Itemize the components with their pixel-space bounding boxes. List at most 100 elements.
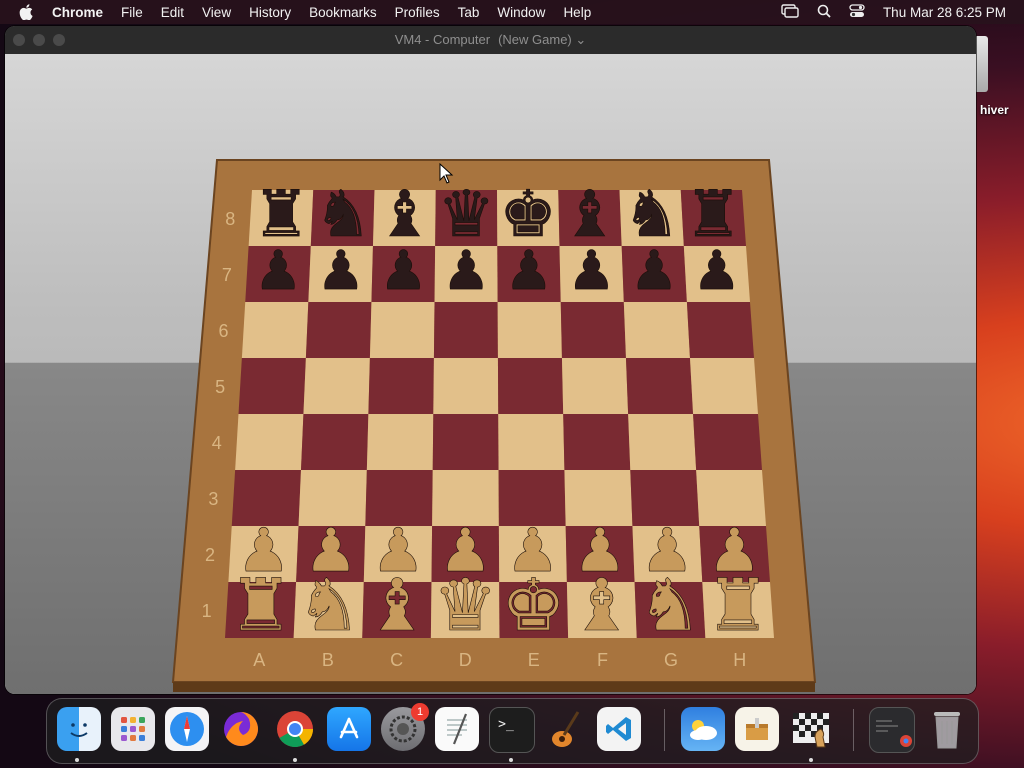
white-back-piece[interactable]: ♛ <box>433 563 498 648</box>
desktop-drive-icon[interactable] <box>974 36 988 92</box>
file-label: B <box>322 650 334 670</box>
white-back-piece[interactable]: ♜ <box>705 563 771 648</box>
board-square[interactable] <box>241 302 309 358</box>
menu-profiles[interactable]: Profiles <box>386 5 449 20</box>
archive-utility-icon[interactable] <box>735 707 779 751</box>
settings-notification-badge: 1 <box>411 703 429 721</box>
white-back-piece[interactable]: ♝ <box>365 563 430 648</box>
board-square[interactable] <box>366 414 434 470</box>
trash-icon[interactable] <box>925 707 969 751</box>
file-label: E <box>528 650 540 670</box>
dock-separator-2 <box>853 709 854 751</box>
textedit-icon[interactable] <box>435 707 479 751</box>
weather-icon[interactable] <box>681 707 725 751</box>
menu-tab[interactable]: Tab <box>449 5 489 20</box>
file-label: H <box>733 650 746 670</box>
rank-label: 3 <box>208 489 218 509</box>
menu-edit[interactable]: Edit <box>152 5 193 20</box>
black-pawn[interactable]: ♟ <box>254 239 303 303</box>
apple-icon[interactable] <box>0 4 52 20</box>
recent-window-thumbnail-icon[interactable] <box>869 707 915 753</box>
black-pawn[interactable]: ♟ <box>379 239 428 303</box>
board-square[interactable] <box>303 358 370 414</box>
minimize-button[interactable] <box>33 34 45 46</box>
window-subtitle[interactable]: (New Game) <box>498 32 572 47</box>
terminal-icon[interactable]: >_ <box>489 707 535 753</box>
board-square[interactable] <box>686 302 754 358</box>
menu-bookmarks[interactable]: Bookmarks <box>300 5 386 20</box>
board-square[interactable] <box>369 302 435 358</box>
finder-icon[interactable] <box>57 707 101 751</box>
board-square[interactable] <box>689 358 758 414</box>
board-square[interactable] <box>625 358 694 414</box>
garageband-icon[interactable] <box>543 707 587 751</box>
dock: 1 >_ <box>46 698 979 764</box>
black-pawn[interactable]: ♟ <box>692 239 741 303</box>
black-pawn[interactable]: ♟ <box>442 239 491 303</box>
game-scene[interactable]: 8 7 6 5 4 3 2 1 A B C D E F G H ♜ ♟ ♟ ♜ ♞ ♟ ♟ ♞ ♝ ♟ ♟ ♝ ♛ ♟ ♟ ♛ ♚ ♟ ♟ ♚ ♝ ♟ ♟ ♝… <box>5 54 976 694</box>
rank-label: 4 <box>212 433 222 453</box>
board-square[interactable] <box>433 302 498 358</box>
black-pawn[interactable]: ♟ <box>567 239 616 303</box>
white-back-piece[interactable]: ♞ <box>637 563 702 648</box>
screen-mirroring-icon[interactable] <box>781 3 799 21</box>
board-square[interactable] <box>433 358 499 414</box>
board-square[interactable] <box>368 358 434 414</box>
board-square[interactable] <box>300 414 369 470</box>
board-square[interactable] <box>628 414 697 470</box>
rank-label: 7 <box>222 265 232 285</box>
board-square[interactable] <box>238 358 306 414</box>
system-settings-icon[interactable]: 1 <box>381 703 429 751</box>
firefox-icon[interactable] <box>219 707 263 751</box>
board-square[interactable] <box>498 414 565 470</box>
board-square[interactable] <box>497 302 562 358</box>
white-back-piece[interactable]: ♚ <box>501 563 566 648</box>
menubar-clock[interactable]: Thu Mar 28 6:25 PM <box>883 5 1006 20</box>
search-icon[interactable] <box>817 4 831 21</box>
chrome-running-indicator <box>293 758 297 762</box>
file-label: A <box>253 650 265 670</box>
black-pawn[interactable]: ♟ <box>316 239 365 303</box>
board-square[interactable] <box>235 414 304 470</box>
control-center-icon[interactable] <box>849 3 865 21</box>
white-back-piece[interactable]: ♜ <box>228 563 293 648</box>
black-pawn[interactable]: ♟ <box>630 239 679 303</box>
board-square[interactable] <box>305 302 372 358</box>
finder-running-indicator <box>75 758 79 762</box>
black-pawn[interactable]: ♟ <box>504 239 553 303</box>
board-frame-edge <box>173 682 815 692</box>
chess-window: VM4 - Computer (New Game) ⌄ 8 7 6 5 4 3 2 1 A B C D E… <box>5 26 976 694</box>
rank-label: 2 <box>205 545 215 565</box>
rank-label: 1 <box>202 601 212 621</box>
launchpad-icon[interactable] <box>111 707 155 751</box>
close-button[interactable] <box>13 34 25 46</box>
menu-history[interactable]: History <box>240 5 300 20</box>
chess-app-icon[interactable] <box>789 707 833 751</box>
board-square[interactable] <box>497 358 564 414</box>
board-square[interactable] <box>623 302 690 358</box>
chess-board[interactable]: 87654321A B C D E F G H♜♟♟♜♞♟♟♞♝♟♟♝♛♟♟♛♚♟♟♚♝♟♟♝… <box>5 54 976 694</box>
white-back-piece[interactable]: ♝ <box>569 563 634 648</box>
rank-label: 8 <box>225 209 235 229</box>
app-store-icon[interactable] <box>327 707 371 751</box>
white-back-piece[interactable]: ♞ <box>296 563 362 648</box>
menu-help[interactable]: Help <box>554 5 600 20</box>
file-label: F <box>597 650 608 670</box>
zoom-button[interactable] <box>53 34 65 46</box>
board-square[interactable] <box>693 414 762 470</box>
chevron-down-icon[interactable]: ⌄ <box>575 32 586 47</box>
vscode-icon[interactable] <box>597 707 641 751</box>
desktop-icon-label[interactable]: hiver <box>980 103 1024 117</box>
board-square[interactable] <box>563 414 631 470</box>
chrome-icon[interactable] <box>273 707 317 751</box>
menu-app-name[interactable]: Chrome <box>52 5 112 20</box>
board-square[interactable] <box>432 414 499 470</box>
menu-view[interactable]: View <box>193 5 240 20</box>
board-square[interactable] <box>561 358 629 414</box>
board-square[interactable] <box>560 302 626 358</box>
window-controls <box>13 34 65 46</box>
menu-window[interactable]: Window <box>488 5 554 20</box>
chess-running-indicator <box>809 758 813 762</box>
menu-file[interactable]: File <box>112 5 152 20</box>
safari-icon[interactable] <box>165 707 209 751</box>
